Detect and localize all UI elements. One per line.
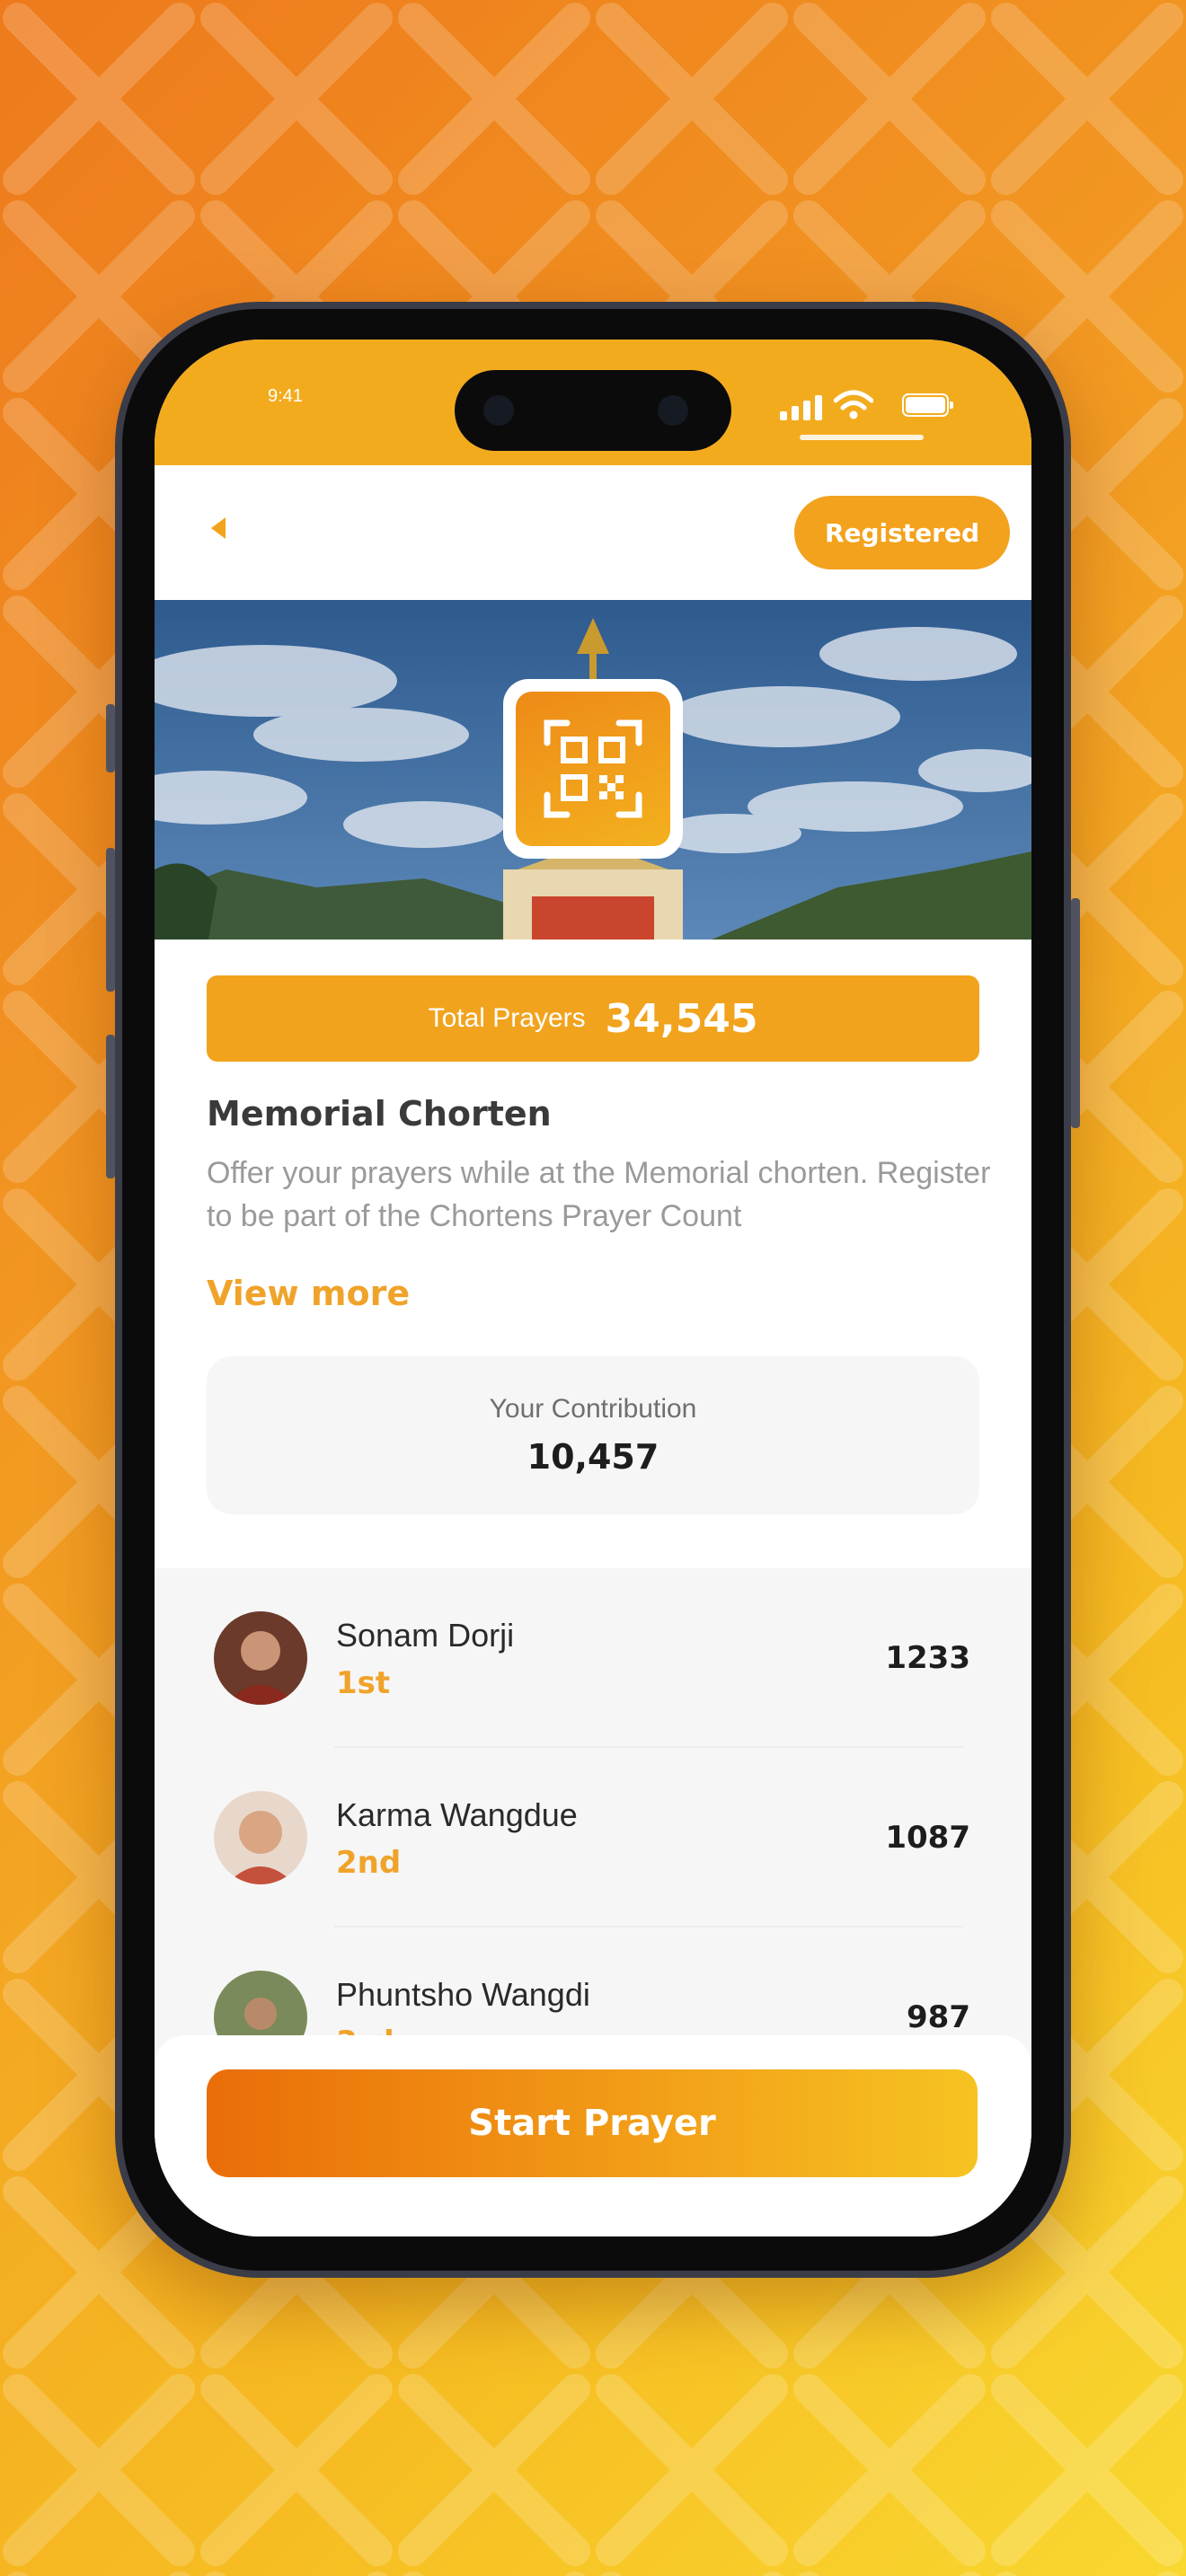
place-description: Offer your prayers while at the Memorial… (207, 1156, 991, 1233)
back-button[interactable] (199, 510, 235, 546)
qr-code-icon (544, 719, 642, 818)
status-indicator-bar (800, 435, 924, 440)
status-time: 9:41 (268, 386, 303, 406)
side-button-volume-up (106, 848, 115, 992)
leaderboard-list: Sonam Dorji 1st 1233 Karma Wangdue 2nd 1… (155, 1568, 1031, 2107)
player-rank: 2nd (336, 1845, 402, 1881)
status-bar: 9:41 (155, 340, 1031, 465)
view-more-link[interactable]: View more (207, 1274, 410, 1313)
cellular-signal-icon (780, 395, 822, 420)
side-button-volume-down (106, 1035, 115, 1178)
contribution-card: Your Contribution 10,457 (207, 1356, 979, 1514)
player-rank: 1st (336, 1665, 391, 1701)
start-prayer-button[interactable]: Start Prayer (207, 2069, 978, 2177)
place-title: Memorial Chorten (207, 1094, 552, 1134)
registered-button[interactable]: Registered (794, 496, 1010, 569)
battery-icon (902, 393, 953, 417)
list-item[interactable]: Sonam Dorji 1st 1233 (155, 1568, 1031, 1748)
contribution-value: 10,457 (527, 1437, 659, 1477)
avatar (214, 1611, 307, 1705)
dynamic-island (455, 370, 731, 451)
app-screen: 9:41 Registered Total Prayers 34,545 Mem… (155, 340, 1031, 2236)
side-button-mute (106, 704, 115, 772)
total-prayers-banner: Total Prayers 34,545 (207, 975, 979, 1062)
total-prayers-value: 34,545 (605, 995, 758, 1042)
top-nav: Registered (155, 465, 1031, 602)
player-score: 1233 (885, 1640, 970, 1676)
player-name: Sonam Dorji (336, 1617, 515, 1654)
player-name: Phuntsho Wangdi (336, 1976, 590, 2013)
wifi-icon (834, 390, 873, 419)
bottom-action-bar: Start Prayer (155, 2035, 1031, 2236)
side-button-power (1071, 898, 1080, 1128)
contribution-label: Your Contribution (489, 1394, 697, 1424)
qr-scan-tile[interactable] (503, 679, 683, 859)
chorten-hero-image (155, 600, 1031, 940)
total-prayers-label: Total Prayers (428, 1003, 586, 1033)
player-score: 1087 (885, 1820, 970, 1856)
list-item[interactable]: Karma Wangdue 2nd 1087 (155, 1748, 1031, 1928)
back-arrow-icon (211, 517, 226, 539)
player-score: 987 (907, 1999, 970, 2035)
avatar (214, 1791, 307, 1884)
player-name: Karma Wangdue (336, 1796, 578, 1833)
